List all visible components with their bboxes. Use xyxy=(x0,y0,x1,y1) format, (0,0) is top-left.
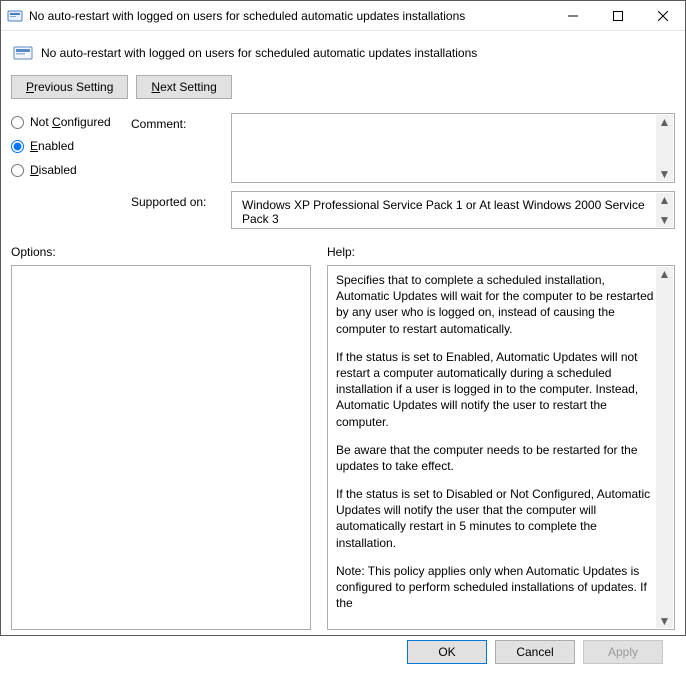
comment-textarea[interactable] xyxy=(236,116,670,180)
dialog-footer: OK Cancel Apply xyxy=(11,630,675,676)
content-area: No auto-restart with logged on users for… xyxy=(1,31,685,676)
radio-enabled[interactable]: Enabled xyxy=(11,139,121,153)
comment-field[interactable]: ▲▼ xyxy=(231,113,675,183)
supported-label: Supported on: xyxy=(131,191,221,209)
panels: Specifies that to complete a scheduled i… xyxy=(11,265,675,630)
state-radios: Not Configured Enabled Disabled xyxy=(11,113,121,183)
scrollbar[interactable]: ▲▼ xyxy=(656,193,673,227)
supported-on-field: Windows XP Professional Service Pack 1 o… xyxy=(231,191,675,229)
supported-on-text: Windows XP Professional Service Pack 1 o… xyxy=(236,194,670,230)
next-setting-button[interactable]: Next Setting xyxy=(136,75,231,99)
help-panel: Specifies that to complete a scheduled i… xyxy=(327,265,675,630)
help-paragraph: Be aware that the computer needs to be r… xyxy=(336,442,654,474)
help-paragraph: Specifies that to complete a scheduled i… xyxy=(336,272,654,337)
window-title: No auto-restart with logged on users for… xyxy=(29,9,550,23)
scrollbar[interactable]: ▲▼ xyxy=(656,115,673,181)
radio-enabled-input[interactable] xyxy=(11,140,24,153)
previous-setting-button[interactable]: Previous Setting xyxy=(11,75,128,99)
help-paragraph: Note: This policy applies only when Auto… xyxy=(336,563,654,612)
policy-icon xyxy=(7,8,23,24)
help-text: Specifies that to complete a scheduled i… xyxy=(328,266,674,629)
nav-buttons: Previous Setting Next Setting xyxy=(11,73,675,113)
minimize-button[interactable] xyxy=(550,1,595,30)
titlebar: No auto-restart with logged on users for… xyxy=(1,1,685,31)
comment-label: Comment: xyxy=(131,113,221,183)
options-label: Options: xyxy=(11,245,311,259)
cancel-button[interactable]: Cancel xyxy=(495,640,575,664)
policy-name-label: No auto-restart with logged on users for… xyxy=(41,46,477,60)
policy-editor-window: No auto-restart with logged on users for… xyxy=(0,0,686,636)
help-paragraph: If the status is set to Enabled, Automat… xyxy=(336,349,654,430)
apply-button[interactable]: Apply xyxy=(583,640,663,664)
radio-not-configured[interactable]: Not Configured xyxy=(11,115,121,129)
radio-disabled-input[interactable] xyxy=(11,164,24,177)
options-panel xyxy=(11,265,311,630)
supported-row: Supported on: Windows XP Professional Se… xyxy=(11,191,675,229)
radio-disabled[interactable]: Disabled xyxy=(11,163,121,177)
panels-header: Options: Help: xyxy=(11,245,675,259)
help-label: Help: xyxy=(327,245,355,259)
policy-header-icon xyxy=(13,43,33,63)
policy-header: No auto-restart with logged on users for… xyxy=(11,39,675,73)
close-button[interactable] xyxy=(640,1,685,30)
scrollbar[interactable]: ▲▼ xyxy=(656,267,673,628)
radio-not-configured-input[interactable] xyxy=(11,116,24,129)
config-row: Not Configured Enabled Disabled Comment:… xyxy=(11,113,675,183)
maximize-button[interactable] xyxy=(595,1,640,30)
ok-button[interactable]: OK xyxy=(407,640,487,664)
help-paragraph: If the status is set to Disabled or Not … xyxy=(336,486,654,551)
